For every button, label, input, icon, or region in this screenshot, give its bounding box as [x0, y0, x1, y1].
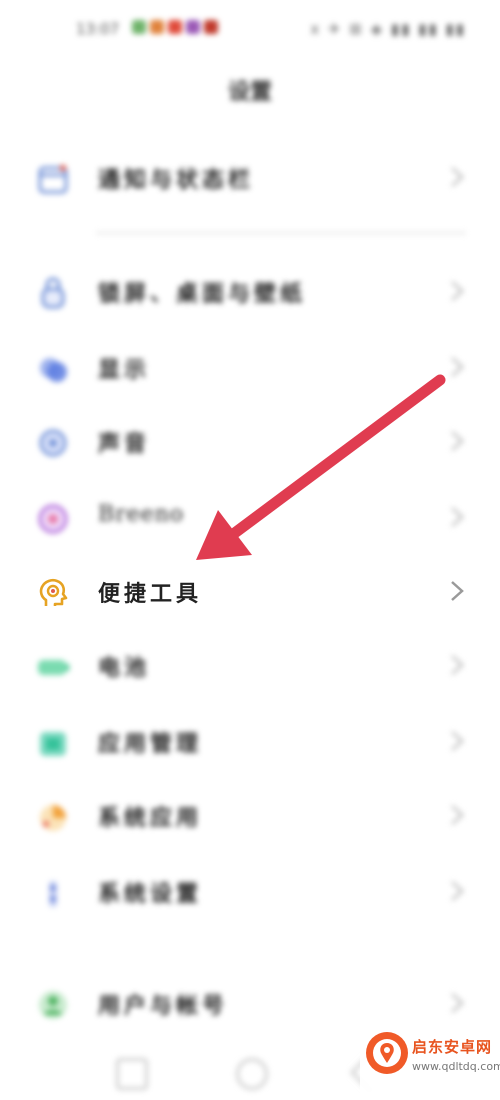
chevron-right-icon [451, 357, 464, 377]
nav-home-icon[interactable] [236, 1058, 268, 1090]
settings-item-sound[interactable]: 声音 [0, 412, 500, 472]
status-bar: 13:07 ⅹ ✈ ⊞ ◈ ▮▮ ▮▮ ▮▮ [0, 14, 500, 44]
settings-item-label: 应用管理 [98, 731, 203, 757]
settings-item-system-settings[interactable]: 系统设置 [0, 862, 500, 922]
notification-icon [186, 20, 200, 34]
settings-item-label: Breeno [98, 502, 185, 527]
settings-item-label: 锁屏、桌面与壁纸 [98, 281, 307, 307]
page-title: 设置 [227, 80, 272, 105]
watermark: 启东安卓网 www.qdltdq.com [360, 1024, 500, 1100]
settings-item-label: 声音 [98, 431, 151, 457]
chevron-right-icon [451, 507, 464, 527]
chevron-right-icon [451, 805, 464, 825]
chevron-right-icon [451, 281, 464, 301]
sound-icon [39, 429, 67, 457]
chevron-right-icon [451, 881, 464, 901]
status-time: 13:07 [76, 20, 120, 38]
chevron-right-icon [451, 993, 464, 1013]
settings-item-battery[interactable]: 电池 [0, 636, 500, 696]
watermark-name: 启东安卓网 [412, 1038, 493, 1056]
settings-item-label: 用户与帐号 [98, 993, 229, 1019]
settings-item-app-management[interactable]: 应用管理 [0, 712, 500, 772]
notification-icons [132, 20, 218, 34]
watermark-url: www.qdltdq.com [412, 1060, 500, 1073]
settings-item-label: 通知与状态栏 [98, 167, 255, 193]
chevron-right-icon [451, 431, 464, 451]
notification-icon [168, 20, 182, 34]
settings-item-label: 便捷工具 [98, 581, 203, 607]
settings-item-convenience-tools[interactable]: 便捷工具 [0, 562, 500, 622]
settings-item-label: 系统设置 [98, 881, 203, 907]
system-apps-icon [40, 805, 66, 831]
settings-item-label: 显示 [98, 357, 151, 383]
notification-icon [132, 20, 146, 34]
calendar-icon [38, 165, 68, 194]
system-settings-icon [49, 881, 57, 907]
settings-item-label: 系统应用 [98, 805, 203, 831]
settings-item-notifications[interactable]: 通知与状态栏 [0, 148, 500, 208]
settings-item-system-apps[interactable]: 系统应用 [0, 786, 500, 846]
settings-item-breeno[interactable]: Breeno [0, 488, 500, 548]
battery-icon [38, 660, 69, 675]
divider [96, 232, 466, 234]
chevron-right-icon [451, 167, 464, 187]
convenience-tools-icon [39, 578, 68, 606]
breeno-icon [38, 504, 68, 534]
settings-item-lockscreen[interactable]: 锁屏、桌面与壁纸 [0, 262, 500, 322]
lock-icon [41, 277, 65, 309]
user-account-icon [39, 991, 67, 1019]
nav-menu-icon[interactable] [116, 1058, 148, 1090]
notification-icon [204, 20, 218, 34]
chevron-right-icon [451, 731, 464, 751]
watermark-logo-icon [366, 1032, 408, 1074]
notification-icon [150, 20, 164, 34]
chevron-right-icon [451, 655, 464, 675]
chevron-right-icon [451, 581, 464, 601]
settings-item-label: 电池 [98, 655, 151, 681]
settings-item-display[interactable]: 显示 [0, 338, 500, 398]
status-indicators: ⅹ ✈ ⊞ ◈ ▮▮ ▮▮ ▮▮ [310, 20, 466, 38]
apps-icon [40, 732, 66, 756]
display-icon [40, 358, 67, 382]
